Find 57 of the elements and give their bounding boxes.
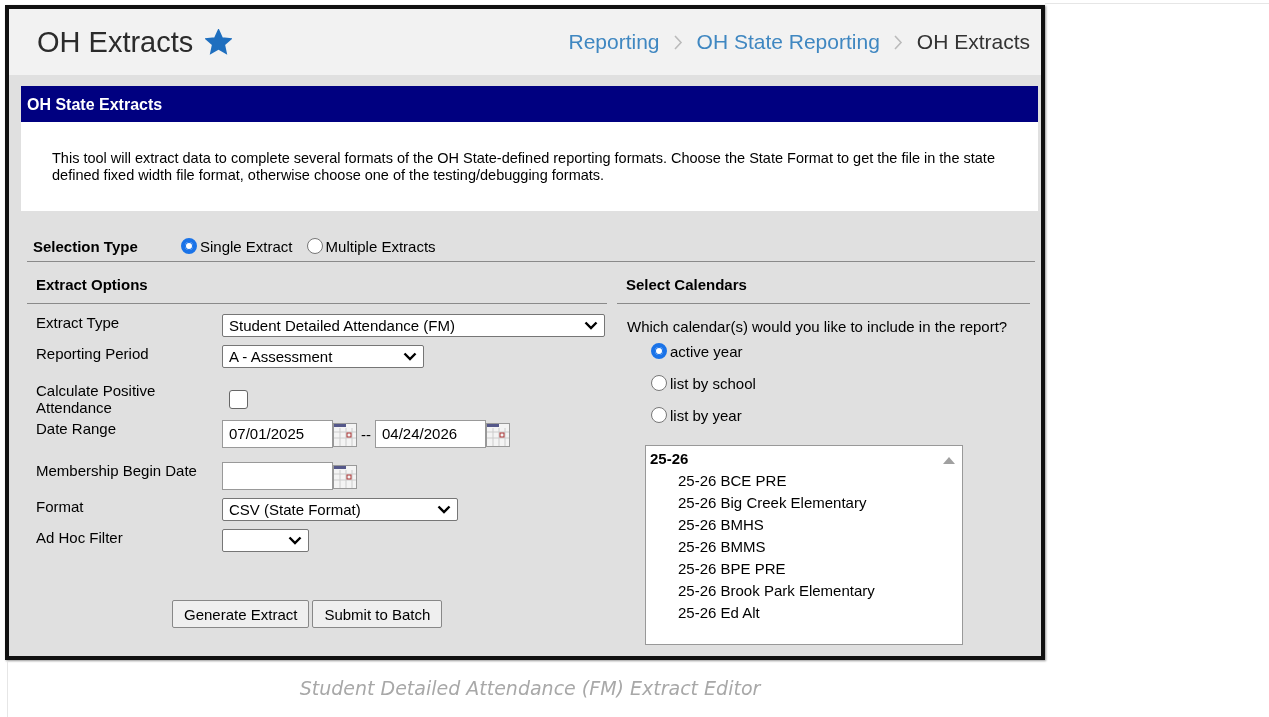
radio-button[interactable] [181, 238, 197, 254]
calendar-list[interactable]: 25-26 25-26 BCE PRE 25-26 Big Creek Elementary 25-26 BMHS 25-26 BMMS 25-26 BPE PRE 25-26 Brook Park Elementary 25-26 Ed Alt [645, 445, 963, 645]
question-text: Which calendar(s) would you like to include in the report? [626, 317, 1009, 335]
calendar-icon[interactable] [333, 465, 357, 489]
list-item[interactable]: 25-26 Big Creek Elementary [650, 492, 958, 514]
list-item[interactable]: 25-26 BMMS [650, 536, 958, 558]
list-item[interactable]: 25-26 BPE PRE [650, 558, 958, 580]
panel-title-bar: OH State Extracts [21, 86, 1038, 122]
chevron-down-icon [288, 536, 302, 545]
scroll-up-icon[interactable] [942, 456, 956, 465]
dropdown[interactable]: Student Detailed Attendance (FM) [222, 314, 605, 337]
field-label: Date Range [36, 420, 118, 437]
breadcrumb-current: OH Extracts [916, 30, 1030, 54]
list-item[interactable]: 25-26 Brook Park Elementary [650, 580, 958, 602]
date-field[interactable] [222, 462, 333, 490]
list-item[interactable]: 25-26 BCE PRE [650, 470, 958, 492]
figure-caption: Student Detailed Attendance (FM) Extract Editor [298, 677, 763, 699]
radio-label: list by year [670, 406, 742, 424]
radio-button[interactable] [651, 375, 667, 391]
action-button[interactable]: Submit to Batch [312, 600, 443, 628]
dropdown[interactable] [222, 529, 309, 552]
radio-label: Single Extract [200, 237, 293, 255]
calendar-icon[interactable] [333, 423, 357, 447]
field-label: Ad Hoc Filter [36, 529, 124, 546]
field-label: Extract Type [36, 314, 121, 331]
chevron-icon [673, 34, 683, 50]
list-item[interactable]: 25-26 Ed Alt [650, 602, 958, 624]
field-label: Format [36, 498, 85, 515]
description-text: This tool will extract data to complete several formats of the OH State-defined reporting formats. Choose the State Format to get the file in the state defined fixed width file format, otherwise choose one of the testing/debugging formats. [21, 122, 1038, 211]
field-label: Calculate Positive Attendance [36, 382, 157, 416]
checkbox[interactable] [229, 390, 248, 409]
list-item[interactable]: 25-26 BMHS [650, 514, 958, 536]
range-separator: -- [361, 426, 371, 443]
chevron-icon [893, 34, 903, 50]
dropdown[interactable]: A - Assessment [222, 345, 424, 368]
list-group-label: 25-26 [650, 449, 689, 469]
radio-label: list by school [670, 374, 756, 392]
chevron-down-icon [437, 505, 451, 514]
radio-button[interactable] [651, 343, 667, 359]
date-field[interactable]: 07/01/2025 [222, 420, 333, 448]
action-button[interactable]: Generate Extract [172, 600, 310, 628]
field-label: Reporting Period [36, 345, 150, 362]
field-label: Membership Begin Date [36, 462, 198, 479]
date-field[interactable]: 04/24/2026 [375, 420, 486, 448]
section-heading: Extract Options [27, 262, 607, 304]
radio-label: active year [670, 342, 743, 360]
radio-button[interactable] [306, 238, 323, 254]
dropdown[interactable]: CSV (State Format) [222, 498, 458, 521]
radio-button[interactable] [651, 407, 667, 423]
page-title: OH Extracts [37, 25, 194, 59]
calendar-icon[interactable] [486, 423, 510, 447]
section-heading: Select Calendars [617, 262, 1030, 304]
chevron-down-icon [403, 352, 417, 361]
field-label: Selection Type [33, 237, 139, 255]
chevron-down-icon [584, 321, 598, 330]
radio-label: Multiple Extracts [325, 237, 436, 255]
star-icon[interactable] [205, 29, 233, 55]
